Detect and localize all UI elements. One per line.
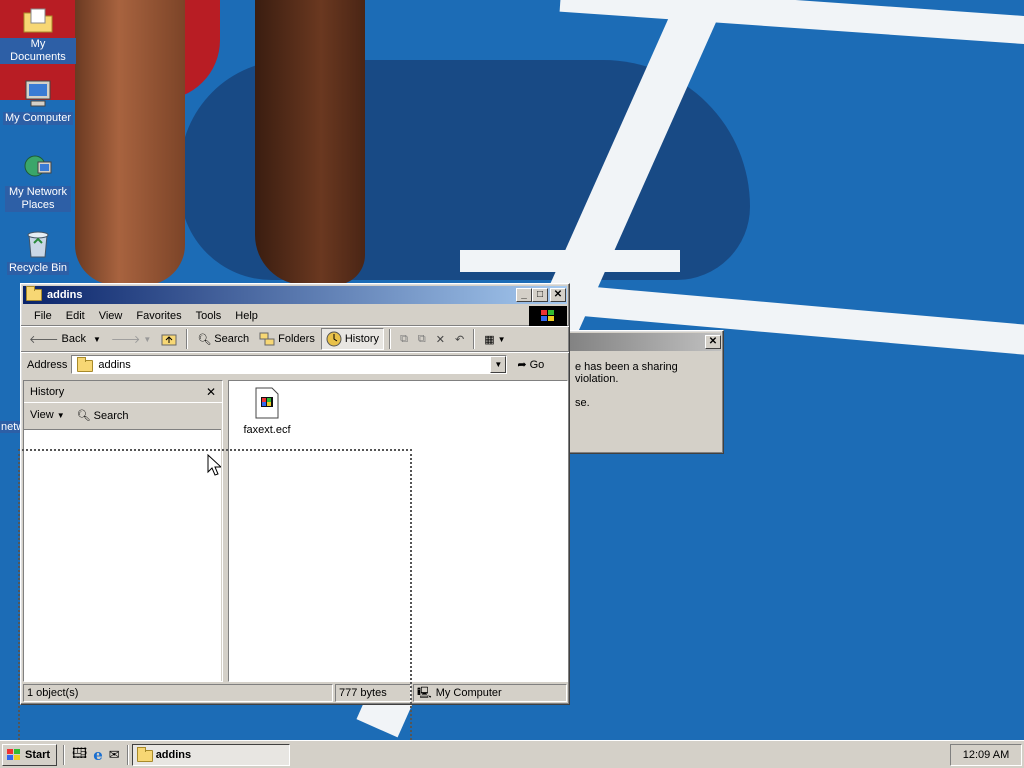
desktop-icon-recycle-bin[interactable]: Recycle Bin bbox=[0, 228, 76, 275]
copy-to-icon: ⧉ bbox=[417, 332, 426, 345]
desktop-icon-network-places[interactable]: My Network Places bbox=[0, 152, 76, 212]
menu-file[interactable]: File bbox=[27, 310, 59, 322]
back-button[interactable]: 🡐 Back ▼ bbox=[25, 328, 105, 350]
network-places-icon bbox=[22, 152, 54, 184]
recycle-bin-icon bbox=[22, 228, 54, 260]
minimize-button[interactable]: _ bbox=[516, 288, 532, 302]
chevron-down-icon: ▼ bbox=[92, 334, 101, 344]
history-pane-close-icon[interactable]: ✕ bbox=[206, 385, 216, 399]
menu-bar: File Edit View Favorites Tools Help bbox=[21, 305, 569, 326]
explorer-window[interactable]: addins _ □ ✕ File Edit View Favorites To… bbox=[20, 283, 570, 705]
address-bar: Address addins ▼ ➦ Go bbox=[21, 352, 569, 376]
status-bar: 1 object(s) 777 bytes 🖳 My Computer bbox=[23, 684, 567, 702]
copy-to-button[interactable]: ⧉ bbox=[414, 328, 430, 350]
history-pane-title: History bbox=[30, 385, 65, 398]
taskbar-item-addins[interactable]: addins bbox=[131, 743, 290, 766]
back-arrow-icon: 🡐 bbox=[29, 334, 59, 346]
address-label: Address bbox=[27, 358, 68, 371]
desktop-icon-my-documents[interactable]: My Documents bbox=[0, 4, 76, 64]
system-tray: 12:09 AM bbox=[950, 744, 1022, 766]
taskbar-separator bbox=[63, 744, 65, 765]
standard-toolbar: 🡐 Back ▼ 🡒 ▼ 🔍︎ Search Folders History ⧉… bbox=[21, 326, 569, 352]
start-button[interactable]: Start bbox=[2, 743, 57, 766]
history-view-button[interactable]: View ▼ bbox=[30, 409, 65, 421]
mouse-cursor-icon bbox=[207, 454, 221, 476]
taskbar-separator bbox=[126, 744, 129, 765]
windows-logo-icon bbox=[529, 305, 567, 326]
error-dialog[interactable]: ✕ e has been a sharing violation. se. bbox=[560, 330, 724, 454]
internet-explorer-icon[interactable]: e bbox=[93, 746, 103, 764]
file-name: faxext.ecf bbox=[243, 424, 291, 436]
ecf-file-icon bbox=[255, 387, 279, 419]
clock[interactable]: 12:09 AM bbox=[963, 749, 1009, 761]
folder-icon bbox=[77, 357, 94, 372]
go-arrow-icon: ➦ bbox=[517, 359, 527, 371]
dialog-message-line2: se. bbox=[575, 397, 590, 409]
search-button[interactable]: 🔍︎ Search bbox=[193, 328, 253, 350]
menu-tools[interactable]: Tools bbox=[189, 310, 229, 322]
folder-icon bbox=[26, 286, 42, 301]
menu-help[interactable]: Help bbox=[228, 310, 265, 322]
toolbar-separator bbox=[389, 329, 392, 349]
dialog-message-line1: e has been a sharing violation. bbox=[575, 361, 678, 385]
forward-button[interactable]: 🡒 ▼ bbox=[107, 328, 155, 350]
search-icon: 🔍︎ bbox=[197, 333, 212, 346]
delete-button[interactable]: ✕ bbox=[432, 328, 449, 350]
my-computer-icon bbox=[22, 78, 54, 110]
dialog-close-button[interactable]: ✕ bbox=[705, 335, 721, 349]
toolbar-separator bbox=[186, 329, 189, 349]
toolbar-separator bbox=[473, 329, 476, 349]
my-documents-icon bbox=[22, 4, 54, 36]
history-list[interactable] bbox=[24, 429, 221, 681]
undo-icon: ↶ bbox=[455, 333, 465, 346]
go-button[interactable]: ➦ Go bbox=[513, 354, 548, 376]
move-to-button[interactable]: ⧉ bbox=[396, 328, 412, 350]
error-dialog-titlebar[interactable]: ✕ bbox=[563, 333, 721, 351]
address-field[interactable]: addins ▼ bbox=[71, 355, 508, 374]
file-list[interactable]: faxext.ecf bbox=[228, 380, 568, 682]
windows-logo-icon bbox=[7, 748, 20, 760]
show-desktop-icon[interactable]: 🖽 bbox=[72, 743, 87, 767]
forward-arrow-icon: 🡒 bbox=[110, 334, 141, 346]
undo-button[interactable]: ↶ bbox=[451, 328, 468, 350]
menu-favorites[interactable]: Favorites bbox=[129, 310, 188, 322]
status-size: 777 bytes bbox=[335, 684, 411, 702]
history-search-button[interactable]: 🔍︎ Search bbox=[77, 409, 129, 422]
menu-view[interactable]: View bbox=[92, 310, 130, 322]
file-item[interactable]: faxext.ecf bbox=[235, 387, 299, 436]
folder-icon bbox=[136, 747, 153, 762]
status-zone: 🖳 My Computer bbox=[413, 684, 567, 702]
folders-button[interactable]: Folders bbox=[255, 328, 319, 350]
folders-icon bbox=[259, 332, 275, 346]
chevron-down-icon: ▼ bbox=[143, 334, 152, 344]
menu-edit[interactable]: Edit bbox=[59, 310, 92, 322]
address-dropdown-button[interactable]: ▼ bbox=[490, 356, 507, 373]
search-icon: 🔍︎ bbox=[76, 409, 91, 422]
my-computer-icon: 🖳 bbox=[417, 686, 432, 699]
window-title: addins bbox=[47, 289, 83, 301]
up-folder-icon bbox=[161, 334, 177, 346]
move-to-icon: ⧉ bbox=[400, 332, 408, 345]
maximize-button[interactable]: □ bbox=[532, 288, 548, 302]
taskbar: Start 🖽 e ✉ addins 12:09 AM bbox=[0, 740, 1024, 768]
history-pane-header: History ✕ bbox=[24, 381, 222, 403]
up-folder-button[interactable] bbox=[157, 328, 181, 350]
history-icon bbox=[326, 331, 342, 347]
views-button[interactable]: ▦ ▼ bbox=[480, 328, 509, 350]
delete-icon: ✕ bbox=[435, 333, 445, 346]
explorer-titlebar[interactable]: addins _ □ ✕ bbox=[23, 286, 567, 304]
status-object-count: 1 object(s) bbox=[23, 684, 333, 702]
views-icon: ▦ bbox=[484, 333, 495, 346]
close-button[interactable]: ✕ bbox=[550, 288, 566, 302]
chevron-down-icon: ▼ bbox=[497, 334, 506, 344]
outlook-express-icon[interactable]: ✉ bbox=[109, 747, 120, 763]
history-pane-toolbar: View ▼ 🔍︎ Search bbox=[24, 403, 222, 427]
history-button[interactable]: History bbox=[320, 328, 385, 350]
desktop-icon-my-computer[interactable]: My Computer bbox=[0, 78, 76, 125]
history-pane: History ✕ View ▼ 🔍︎ Search bbox=[23, 380, 223, 682]
quick-launch: 🖽 e ✉ bbox=[68, 743, 124, 767]
